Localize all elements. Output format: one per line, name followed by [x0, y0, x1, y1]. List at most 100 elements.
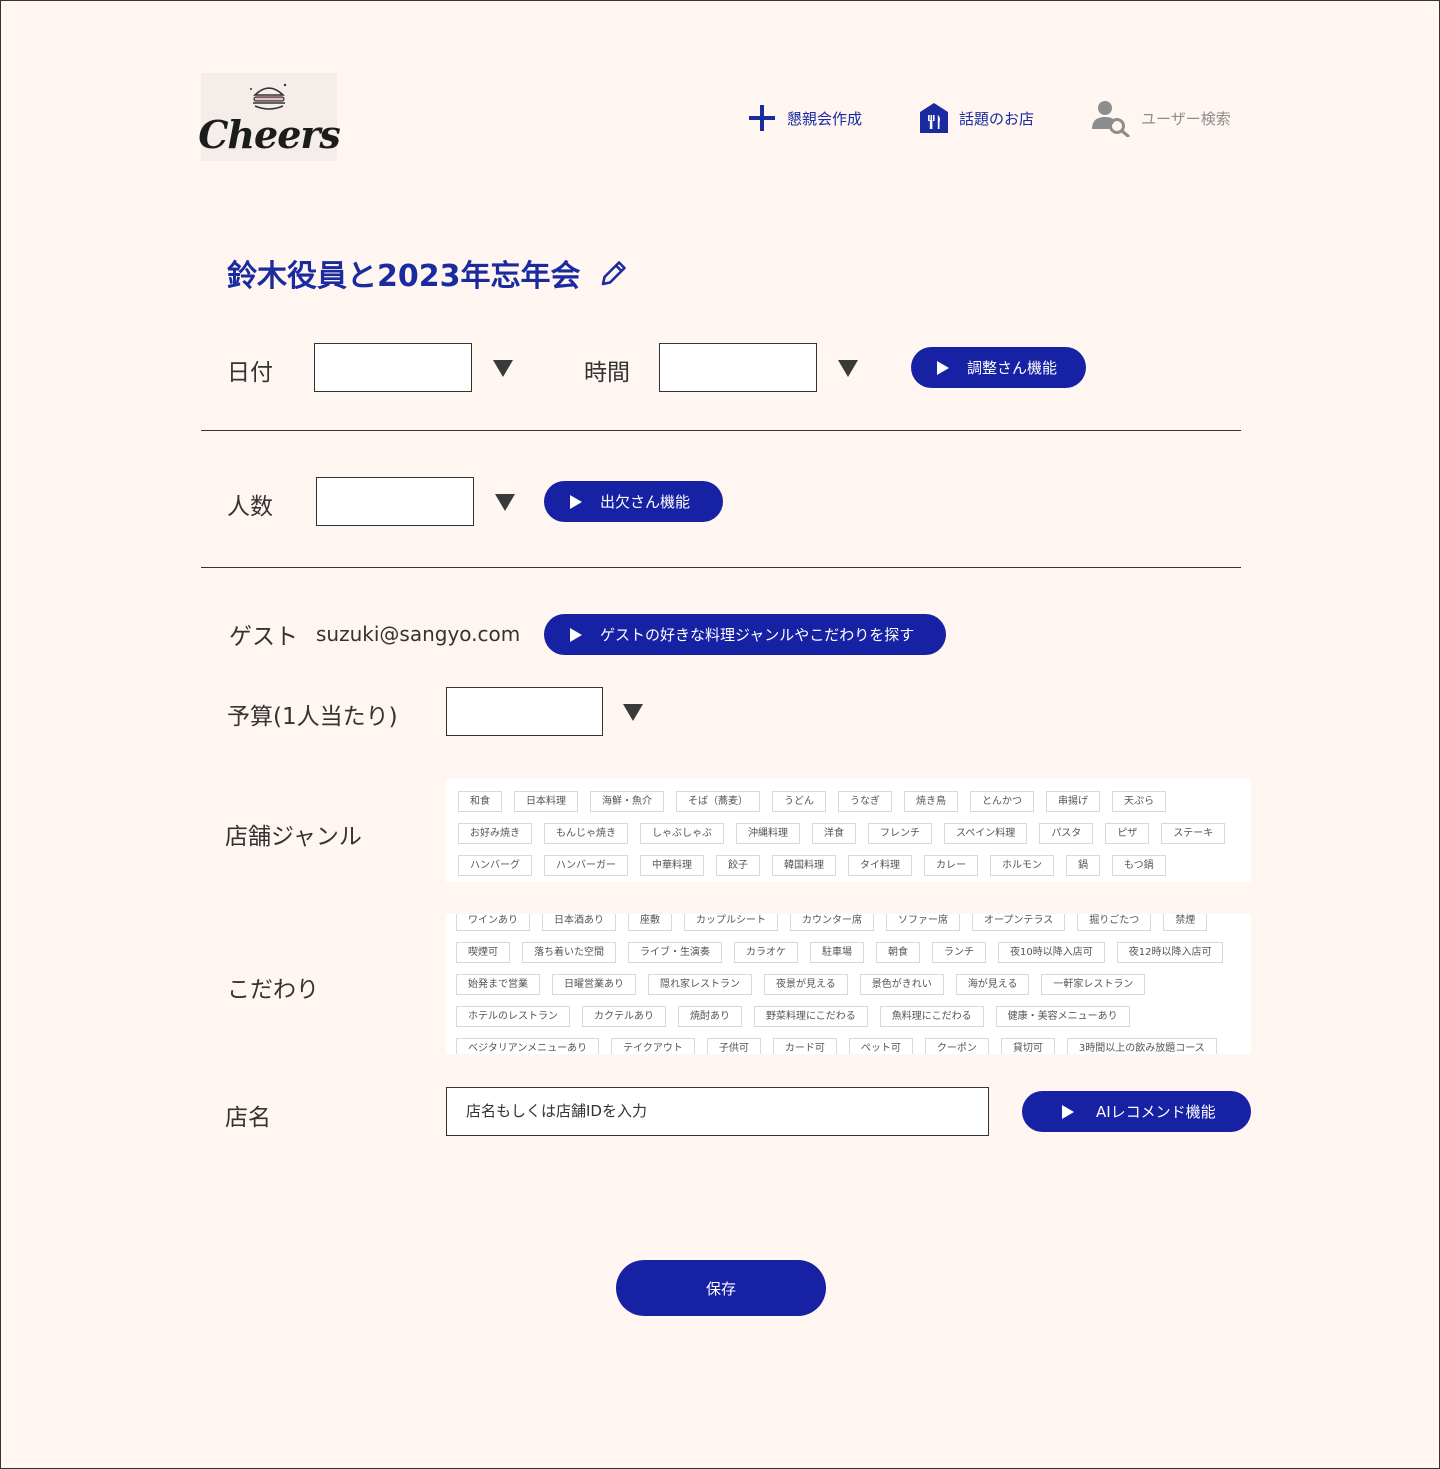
schedule-adjust-button[interactable]: 調整さん機能	[911, 347, 1086, 388]
budget-select[interactable]	[446, 687, 603, 736]
preferences-tag[interactable]: ワインあり	[456, 914, 530, 931]
nav-create-party[interactable]: 懇親会作成	[747, 97, 862, 139]
tag-row: 喫煙可 落ち着いた空間 ライブ・生演奏 カラオケ 駐車場 朝食 ランチ 夜10時以降入店可 夜1…	[456, 942, 1224, 963]
preferences-tag[interactable]: 一軒家レストラン	[1041, 974, 1146, 995]
preferences-tag[interactable]: ソファー席	[886, 914, 960, 931]
ai-recommend-button[interactable]: AIレコメンド機能	[1022, 1091, 1251, 1132]
genres-tag[interactable]: うなぎ	[838, 791, 892, 812]
genres-tag[interactable]: 焼き鳥	[904, 791, 958, 812]
genres-tag[interactable]: カレー	[924, 855, 978, 876]
user-search-icon	[1092, 101, 1130, 137]
genre-label: 店舗ジャンル	[225, 824, 362, 850]
play-icon	[570, 494, 582, 509]
preferences-tag[interactable]: クーポン	[924, 1038, 989, 1054]
save-button[interactable]: 保存	[616, 1260, 826, 1316]
people-dropdown-icon[interactable]	[495, 494, 515, 511]
time-select[interactable]	[659, 343, 817, 392]
tag-row: 和食 日本料理 海鮮・魚介 そば（蕎麦） うどん うなぎ 焼き鳥 とんかつ 串揚げ 天ぷら	[458, 791, 1251, 812]
genres-tag[interactable]: 天ぷら	[1112, 791, 1166, 812]
genres-tag[interactable]: お好み焼き	[458, 823, 532, 844]
shop-name-input[interactable]: 店名もしくは店舗IDを入力	[446, 1087, 989, 1136]
preferences-tag[interactable]: 3時間以上の飲み放題コース	[1066, 1038, 1217, 1054]
preferences-tag[interactable]: カクテルあり	[582, 1006, 666, 1027]
guest-preference-button[interactable]: ゲストの好きな料理ジャンルやこだわりを探す	[544, 614, 946, 655]
plus-icon	[749, 105, 775, 131]
preferences-tag[interactable]: ランチ	[932, 942, 986, 963]
preferences-tag[interactable]: 禁煙	[1163, 914, 1208, 931]
preferences-tag[interactable]: カラオケ	[734, 942, 798, 963]
preferences-tag[interactable]: 子供可	[706, 1038, 761, 1054]
preferences-tag[interactable]: 落ち着いた空間	[522, 942, 616, 963]
preferences-tag[interactable]: ペット可	[848, 1038, 913, 1054]
preferences-tag[interactable]: 健康・美容メニューあり	[995, 1006, 1130, 1027]
genres-tag[interactable]: とんかつ	[970, 791, 1034, 812]
preferences-tag[interactable]: 日本酒あり	[542, 914, 616, 931]
app-logo[interactable]: Cheers	[198, 73, 341, 161]
preferences-tag[interactable]: 貸切可	[1000, 1038, 1055, 1054]
nav-popular-shops[interactable]: 話題のお店	[919, 97, 1034, 139]
preferences-tag[interactable]: 始発まで営業	[456, 974, 540, 995]
preferences-tag[interactable]: 野菜料理にこだわる	[754, 1006, 868, 1027]
genres-tag[interactable]: 串揚げ	[1046, 791, 1100, 812]
preferences-tag[interactable]: ライブ・生演奏	[628, 942, 722, 963]
attendance-button[interactable]: 出欠さん機能	[544, 481, 723, 522]
time-label: 時間	[584, 360, 630, 386]
preferences-tag[interactable]: ホテルのレストラン	[456, 1006, 570, 1027]
genres-tag[interactable]: もんじゃ焼き	[544, 823, 628, 844]
nav-user-search[interactable]: ユーザー検索	[1091, 97, 1231, 139]
genres-tag[interactable]: 餃子	[716, 855, 760, 876]
date-dropdown-icon[interactable]	[493, 360, 513, 377]
genres-tag[interactable]: 洋食	[812, 823, 856, 844]
time-dropdown-icon[interactable]	[838, 360, 858, 377]
preferences-tag[interactable]: 朝食	[876, 942, 920, 963]
genres-tag[interactable]: パスタ	[1039, 823, 1094, 844]
genres-tag[interactable]: ハンバーガー	[544, 855, 628, 876]
people-select[interactable]	[316, 477, 474, 526]
play-icon	[570, 627, 582, 642]
budget-dropdown-icon[interactable]	[623, 704, 643, 721]
preferences-tag[interactable]: 夜12時以降入店可	[1116, 942, 1224, 963]
genres-tag[interactable]: タイ料理	[848, 855, 912, 876]
preferences-tag[interactable]: 隠れ家レストラン	[648, 974, 752, 995]
genres-tag[interactable]: 海鮮・魚介	[590, 791, 664, 812]
genres-tag[interactable]: そば（蕎麦）	[676, 791, 760, 812]
preferences-tag[interactable]: 夜10時以降入店可	[998, 942, 1105, 963]
genres-tag[interactable]: ピザ	[1105, 823, 1150, 844]
pencil-icon[interactable]	[599, 258, 629, 288]
genres-tag[interactable]: 鍋	[1066, 855, 1100, 876]
genres-tag[interactable]: もつ鍋	[1112, 855, 1166, 876]
preferences-tag[interactable]: 日曜営業あり	[552, 974, 636, 995]
genres-tag[interactable]: しゃぶしゃぶ	[640, 823, 724, 844]
date-select[interactable]	[314, 343, 472, 392]
preferences-tag[interactable]: テイクアウト	[611, 1038, 695, 1054]
genres-tag[interactable]: ハンバーグ	[458, 855, 532, 876]
preferences-tag[interactable]: 海が見える	[955, 974, 1030, 995]
genres-tag[interactable]: 中華料理	[640, 855, 704, 876]
preferences-tag[interactable]: 駐車場	[810, 942, 864, 963]
preferences-tag[interactable]: 座敷	[628, 914, 672, 931]
preferences-tag[interactable]: カード可	[772, 1038, 837, 1054]
preferences-tag[interactable]: カップルシート	[684, 914, 778, 931]
budget-label: 予算(1人当たり)	[227, 704, 398, 730]
tag-row: ベジタリアンメニューあり テイクアウト 子供可 カード可 ペット可 クーポン 貸切可 3時間以…	[456, 1038, 1223, 1054]
play-icon	[937, 360, 949, 375]
genres-tag[interactable]: うどん	[772, 791, 826, 812]
preferences-tag[interactable]: 景色がきれい	[859, 974, 944, 995]
preferences-tag[interactable]: 喫煙可	[456, 942, 510, 963]
genres-tag[interactable]: スペイン料理	[944, 823, 1028, 844]
genres-tag[interactable]: 和食	[458, 791, 502, 812]
preferences-tag[interactable]: 夜景が見える	[764, 974, 848, 995]
preferences-tag[interactable]: ベジタリアンメニューあり	[456, 1038, 600, 1054]
genres-tag[interactable]: ホルモン	[990, 855, 1054, 876]
preferences-tag[interactable]: 焼酎あり	[678, 1006, 742, 1027]
preferences-tag[interactable]: オープンテラス	[972, 914, 1066, 931]
genres-tag[interactable]: 沖縄料理	[736, 823, 800, 844]
genres-tag[interactable]: 韓国料理	[772, 855, 836, 876]
schedule-adjust-label: 調整さん機能	[967, 359, 1058, 377]
preferences-tag[interactable]: 魚料理にこだわる	[879, 1006, 984, 1027]
preferences-tag[interactable]: カウンター席	[790, 914, 874, 931]
genres-tag[interactable]: 日本料理	[514, 791, 578, 812]
genres-tag[interactable]: ステーキ	[1161, 823, 1226, 844]
genres-tag[interactable]: フレンチ	[868, 823, 932, 844]
preferences-tag[interactable]: 掘りごたつ	[1077, 914, 1152, 931]
